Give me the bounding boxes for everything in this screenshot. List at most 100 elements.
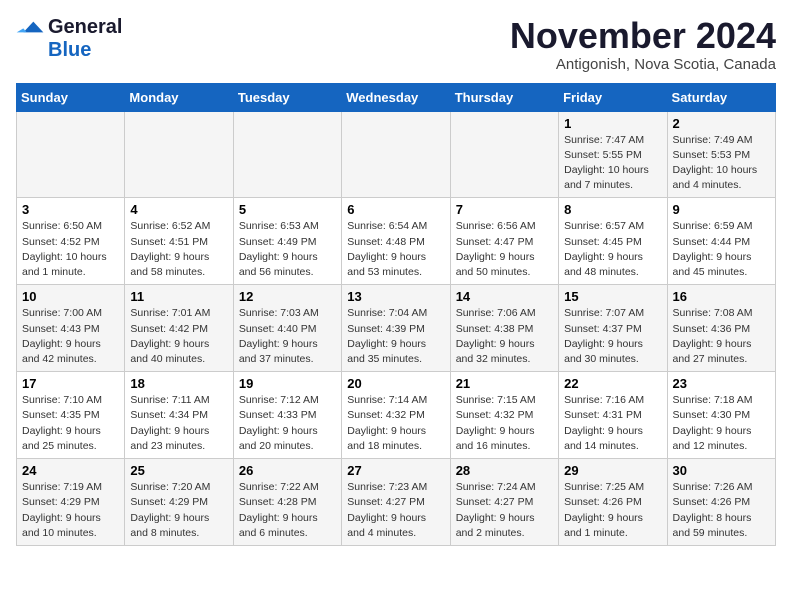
day-header-saturday: Saturday	[667, 83, 775, 111]
day-info: Sunrise: 6:54 AM Sunset: 4:48 PM Dayligh…	[347, 219, 444, 280]
day-number: 12	[239, 289, 336, 304]
day-number: 19	[239, 376, 336, 391]
day-info: Sunrise: 7:08 AM Sunset: 4:36 PM Dayligh…	[673, 306, 770, 367]
day-info: Sunrise: 7:04 AM Sunset: 4:39 PM Dayligh…	[347, 306, 444, 367]
logo-icon	[16, 19, 44, 35]
calendar-table: SundayMondayTuesdayWednesdayThursdayFrid…	[16, 83, 776, 546]
calendar-cell: 16Sunrise: 7:08 AM Sunset: 4:36 PM Dayli…	[667, 285, 775, 372]
day-header-friday: Friday	[559, 83, 667, 111]
day-number: 20	[347, 376, 444, 391]
logo: General Blue	[16, 16, 122, 62]
calendar-cell: 27 Sunrise: 7:23 AM Sunset: 4:27 PM Dayli…	[342, 459, 450, 546]
day-info: Sunrise: 7:06 AM Sunset: 4:38 PM Dayligh…	[456, 306, 553, 367]
day-number: 24	[22, 463, 119, 478]
day-number: 30	[673, 463, 770, 478]
day-number: 11	[130, 289, 227, 304]
calendar-cell: 10 Sunrise: 7:00 AM Sunset: 4:43 PM Dayli…	[17, 285, 125, 372]
calendar-cell: 6 Sunrise: 6:54 AM Sunset: 4:48 PM Daylig…	[342, 198, 450, 285]
day-number: 8	[564, 202, 661, 217]
day-info: Sunrise: 7:11 AM Sunset: 4:34 PM Dayligh…	[130, 393, 227, 454]
calendar-cell: 14 Sunrise: 7:06 AM Sunset: 4:38 PM Dayli…	[450, 285, 558, 372]
calendar-cell: 22 Sunrise: 7:16 AM Sunset: 4:31 PM Dayli…	[559, 372, 667, 459]
day-number: 27	[347, 463, 444, 478]
calendar-cell: 4 Sunrise: 6:52 AM Sunset: 4:51 PM Daylig…	[125, 198, 233, 285]
calendar-cell: 28 Sunrise: 7:24 AM Sunset: 4:27 PM Dayli…	[450, 459, 558, 546]
day-number: 9	[673, 202, 770, 217]
day-info: Sunrise: 6:52 AM Sunset: 4:51 PM Dayligh…	[130, 219, 227, 280]
day-info: Sunrise: 7:49 AM Sunset: 5:53 PM Dayligh…	[673, 133, 770, 194]
calendar-cell: 12 Sunrise: 7:03 AM Sunset: 4:40 PM Dayli…	[233, 285, 341, 372]
day-number: 10	[22, 289, 119, 304]
day-header-monday: Monday	[125, 83, 233, 111]
title-area: November 2024 Antigonish, Nova Scotia, C…	[510, 16, 776, 73]
calendar-cell	[17, 111, 125, 198]
day-info: Sunrise: 7:20 AM Sunset: 4:29 PM Dayligh…	[130, 480, 227, 541]
calendar-cell: 2 Sunrise: 7:49 AM Sunset: 5:53 PM Daylig…	[667, 111, 775, 198]
calendar-cell: 29Sunrise: 7:25 AM Sunset: 4:26 PM Dayli…	[559, 459, 667, 546]
month-title: November 2024	[510, 16, 776, 56]
day-info: Sunrise: 7:01 AM Sunset: 4:42 PM Dayligh…	[130, 306, 227, 367]
day-number: 26	[239, 463, 336, 478]
day-info: Sunrise: 7:25 AM Sunset: 4:26 PM Dayligh…	[564, 480, 661, 541]
day-number: 4	[130, 202, 227, 217]
calendar-cell: 25 Sunrise: 7:20 AM Sunset: 4:29 PM Dayli…	[125, 459, 233, 546]
day-info: Sunrise: 7:26 AM Sunset: 4:26 PM Dayligh…	[673, 480, 770, 541]
day-info: Sunrise: 6:53 AM Sunset: 4:49 PM Dayligh…	[239, 219, 336, 280]
day-number: 2	[673, 116, 770, 131]
calendar-cell: 17Sunrise: 7:10 AM Sunset: 4:35 PM Dayli…	[17, 372, 125, 459]
calendar-cell	[233, 111, 341, 198]
day-info: Sunrise: 6:50 AM Sunset: 4:52 PM Dayligh…	[22, 219, 119, 280]
day-info: Sunrise: 7:03 AM Sunset: 4:40 PM Dayligh…	[239, 306, 336, 367]
day-number: 5	[239, 202, 336, 217]
calendar-cell	[450, 111, 558, 198]
day-info: Sunrise: 7:07 AM Sunset: 4:37 PM Dayligh…	[564, 306, 661, 367]
day-info: Sunrise: 7:47 AM Sunset: 5:55 PM Dayligh…	[564, 133, 661, 194]
calendar-cell	[125, 111, 233, 198]
day-info: Sunrise: 7:14 AM Sunset: 4:32 PM Dayligh…	[347, 393, 444, 454]
day-number: 15	[564, 289, 661, 304]
day-info: Sunrise: 7:18 AM Sunset: 4:30 PM Dayligh…	[673, 393, 770, 454]
day-number: 13	[347, 289, 444, 304]
calendar-cell: 18Sunrise: 7:11 AM Sunset: 4:34 PM Dayli…	[125, 372, 233, 459]
calendar-cell: 30 Sunrise: 7:26 AM Sunset: 4:26 PM Dayli…	[667, 459, 775, 546]
day-number: 22	[564, 376, 661, 391]
calendar-cell: 24 Sunrise: 7:19 AM Sunset: 4:29 PM Dayli…	[17, 459, 125, 546]
day-info: Sunrise: 7:10 AM Sunset: 4:35 PM Dayligh…	[22, 393, 119, 454]
calendar-cell: 3 Sunrise: 6:50 AM Sunset: 4:52 PM Daylig…	[17, 198, 125, 285]
location: Antigonish, Nova Scotia, Canada	[510, 56, 776, 73]
calendar-cell: 20 Sunrise: 7:14 AM Sunset: 4:32 PM Dayli…	[342, 372, 450, 459]
calendar-cell: 8 Sunrise: 6:57 AM Sunset: 4:45 PM Daylig…	[559, 198, 667, 285]
day-number: 1	[564, 116, 661, 131]
day-number: 3	[22, 202, 119, 217]
calendar-cell: 1 Sunrise: 7:47 AM Sunset: 5:55 PM Daylig…	[559, 111, 667, 198]
day-info: Sunrise: 7:15 AM Sunset: 4:32 PM Dayligh…	[456, 393, 553, 454]
day-info: Sunrise: 7:23 AM Sunset: 4:27 PM Dayligh…	[347, 480, 444, 541]
day-number: 25	[130, 463, 227, 478]
day-info: Sunrise: 7:12 AM Sunset: 4:33 PM Dayligh…	[239, 393, 336, 454]
day-header-tuesday: Tuesday	[233, 83, 341, 111]
day-header-sunday: Sunday	[17, 83, 125, 111]
logo-blue: Blue	[48, 39, 91, 62]
day-info: Sunrise: 7:22 AM Sunset: 4:28 PM Dayligh…	[239, 480, 336, 541]
header: General Blue November 2024 Antigonish, N…	[16, 16, 776, 73]
calendar-cell: 9 Sunrise: 6:59 AM Sunset: 4:44 PM Daylig…	[667, 198, 775, 285]
day-number: 7	[456, 202, 553, 217]
day-info: Sunrise: 7:19 AM Sunset: 4:29 PM Dayligh…	[22, 480, 119, 541]
day-info: Sunrise: 6:57 AM Sunset: 4:45 PM Dayligh…	[564, 219, 661, 280]
day-info: Sunrise: 6:56 AM Sunset: 4:47 PM Dayligh…	[456, 219, 553, 280]
day-info: Sunrise: 7:00 AM Sunset: 4:43 PM Dayligh…	[22, 306, 119, 367]
day-info: Sunrise: 6:59 AM Sunset: 4:44 PM Dayligh…	[673, 219, 770, 280]
calendar-cell: 19 Sunrise: 7:12 AM Sunset: 4:33 PM Dayli…	[233, 372, 341, 459]
day-number: 28	[456, 463, 553, 478]
day-number: 21	[456, 376, 553, 391]
day-info: Sunrise: 7:16 AM Sunset: 4:31 PM Dayligh…	[564, 393, 661, 454]
day-number: 14	[456, 289, 553, 304]
logo-general: General	[48, 16, 122, 38]
day-info: Sunrise: 7:24 AM Sunset: 4:27 PM Dayligh…	[456, 480, 553, 541]
calendar-cell: 7 Sunrise: 6:56 AM Sunset: 4:47 PM Daylig…	[450, 198, 558, 285]
calendar-cell: 13 Sunrise: 7:04 AM Sunset: 4:39 PM Dayli…	[342, 285, 450, 372]
calendar-cell: 26 Sunrise: 7:22 AM Sunset: 4:28 PM Dayli…	[233, 459, 341, 546]
day-number: 6	[347, 202, 444, 217]
calendar-cell: 11 Sunrise: 7:01 AM Sunset: 4:42 PM Dayli…	[125, 285, 233, 372]
day-number: 23	[673, 376, 770, 391]
